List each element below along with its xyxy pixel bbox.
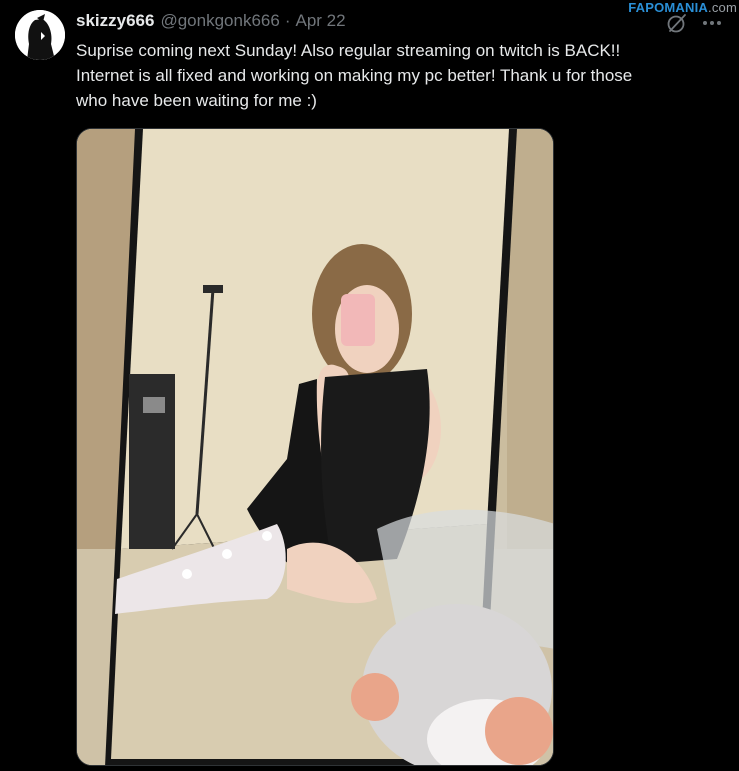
header-separator: · — [284, 11, 291, 30]
avatar[interactable] — [15, 10, 65, 60]
display-name[interactable]: skizzy666 — [76, 11, 154, 31]
tweet-text: Suprise coming next Sunday! Also regular… — [76, 41, 633, 110]
tweet-post: FAPOMANIA.com skizzy666 @gonkgonk666 · A… — [0, 0, 739, 771]
grok-icon[interactable] — [666, 12, 688, 34]
user-handle[interactable]: @gonkgonk666 — [160, 11, 279, 31]
post-date[interactable]: Apr 22 — [295, 11, 345, 31]
tweet-header: skizzy666 @gonkgonk666 · Apr 22 — [76, 11, 346, 31]
tweet-photo[interactable] — [76, 128, 554, 766]
more-icon[interactable] — [700, 12, 724, 34]
